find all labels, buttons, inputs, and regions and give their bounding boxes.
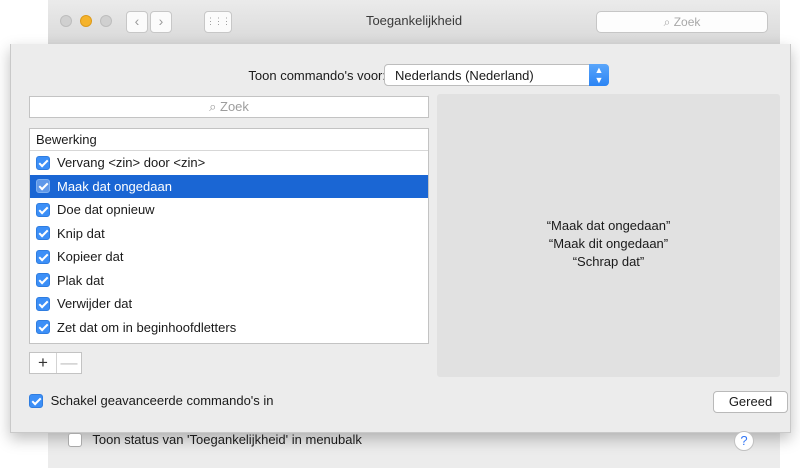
select-arrows-icon: ▲ ▼ — [589, 64, 609, 86]
command-search-placeholder: Zoek — [220, 99, 249, 114]
detail-line: “Maak dat ongedaan” — [546, 218, 671, 233]
menubar-status-option[interactable]: Toon status van 'Toegankelijkheid' in me… — [68, 432, 362, 447]
command-checkbox[interactable] — [36, 179, 50, 194]
command-checkbox[interactable] — [36, 273, 50, 288]
command-label: Maak dat ongedaan — [57, 178, 172, 194]
menubar-status-checkbox[interactable] — [68, 432, 82, 447]
title-bar: ‹ › ⋮⋮⋮ Toegankelijkheid ⌕ Zoek — [48, 0, 780, 45]
command-row[interactable]: Doe dat opnieuw — [30, 198, 428, 222]
search-icon: ⌕ — [663, 15, 671, 29]
command-label: Kopieer dat — [57, 249, 124, 264]
done-button[interactable]: Gereed — [713, 391, 788, 413]
command-checkbox[interactable] — [36, 226, 50, 241]
command-label: Plak dat — [57, 272, 104, 288]
advanced-commands-label: Schakel geavanceerde commando's in — [50, 393, 274, 408]
command-label: Knip dat — [57, 225, 105, 241]
advanced-commands-option[interactable]: Schakel geavanceerde commando's in — [29, 393, 274, 408]
command-row[interactable]: Vervang <zin> door <zin> — [30, 151, 428, 175]
language-select-value: Nederlands (Nederland) — [395, 68, 534, 83]
command-list[interactable]: Bewerking Vervang <zin> door <zin> Maak d… — [29, 128, 429, 344]
add-remove-control: + — — [29, 352, 82, 374]
command-label: Zet dat om in beginhoofdletters — [57, 319, 237, 335]
command-label: Verwijder dat — [57, 296, 133, 311]
window-search-field[interactable]: ⌕ Zoek — [596, 11, 768, 33]
detail-line: “Schrap dat” — [572, 254, 645, 269]
command-row[interactable]: Maak dat ongedaan — [30, 174, 428, 198]
command-checkbox[interactable] — [36, 320, 50, 335]
command-row[interactable]: Zet dat om in beginhoofdletters — [30, 316, 428, 340]
commands-sheet: Toon commando's voor: Nederlands (Nederl… — [10, 44, 791, 433]
command-label: Doe dat opnieuw — [57, 202, 155, 217]
help-button[interactable]: ? — [734, 431, 754, 451]
command-checkbox[interactable] — [36, 249, 50, 264]
menubar-status-label: Toon status van 'Toegankelijkheid' in me… — [92, 432, 362, 447]
command-row[interactable]: Knip dat — [30, 222, 428, 246]
remove-command-button[interactable]: — — [56, 353, 82, 373]
command-row[interactable]: Verwijder dat — [30, 292, 428, 316]
command-row[interactable]: Plak dat — [30, 269, 428, 293]
list-header: Bewerking — [30, 129, 428, 151]
add-command-button[interactable]: + — [30, 353, 57, 373]
show-commands-label: Toon commando's voor: — [248, 68, 386, 83]
command-search-field[interactable]: ⌕ Zoek — [29, 96, 429, 118]
advanced-commands-checkbox[interactable] — [29, 393, 43, 408]
command-checkbox[interactable] — [36, 155, 50, 170]
language-select[interactable]: Nederlands (Nederland) ▲ ▼ — [384, 64, 609, 86]
command-checkbox[interactable] — [36, 202, 50, 217]
language-row: Toon commando's voor: Nederlands (Nederl… — [11, 64, 790, 86]
detail-line: “Maak dit ongedaan” — [548, 236, 669, 251]
window-search-placeholder: Zoek — [673, 15, 701, 29]
command-row[interactable]: Kopieer dat — [30, 245, 428, 269]
command-detail-panel: “Maak dat ongedaan” “Maak dit ongedaan” … — [437, 94, 780, 377]
command-label: Vervang <zin> door <zin> — [57, 155, 206, 170]
search-icon: ⌕ — [209, 99, 217, 114]
command-checkbox[interactable] — [36, 296, 50, 311]
